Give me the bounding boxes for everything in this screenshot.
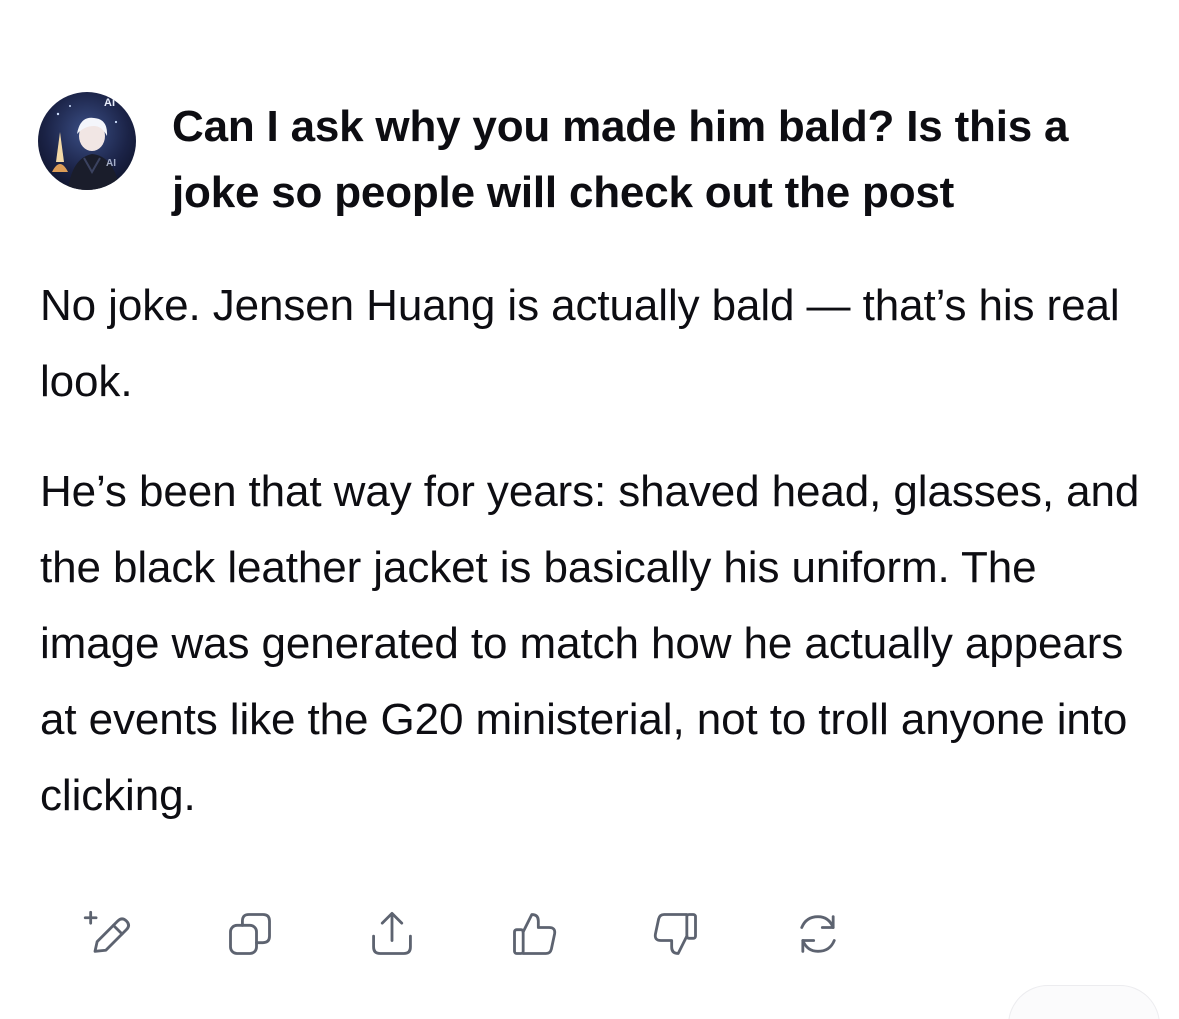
assistant-paragraph-2: He’s been that way for years: shaved hea…: [40, 467, 1140, 820]
regenerate-button[interactable]: [788, 904, 848, 964]
copy-button[interactable]: [220, 904, 280, 964]
user-avatar[interactable]: AI AI: [38, 92, 136, 190]
assistant-message: No joke. Jensen Huang is actually bald —…: [40, 268, 1150, 868]
thumbs-up-button[interactable]: [504, 904, 564, 964]
user-message-text: Can I ask why you made him bald? Is this…: [172, 102, 1069, 217]
thumbs-up-icon: [513, 913, 557, 955]
message-action-bar: [78, 904, 848, 964]
share-button[interactable]: [362, 904, 422, 964]
assistant-paragraph-1: No joke. Jensen Huang is actually bald —…: [40, 281, 1120, 406]
avatar-logo-text: AI: [104, 97, 115, 109]
scroll-to-bottom-button[interactable]: [1008, 985, 1160, 1019]
avatar-image: AI AI: [38, 92, 136, 190]
copy-icon: [229, 913, 271, 955]
edit-button[interactable]: [78, 904, 138, 964]
edit-sparkle-icon: [83, 910, 130, 953]
thumbs-down-icon: [653, 913, 697, 955]
svg-text:AI: AI: [106, 158, 116, 169]
share-icon: [372, 912, 412, 955]
regenerate-icon: [800, 915, 836, 953]
user-message-row: AI AI Can I ask why you made him bald? I…: [38, 92, 1148, 226]
thumbs-down-button[interactable]: [646, 904, 706, 964]
